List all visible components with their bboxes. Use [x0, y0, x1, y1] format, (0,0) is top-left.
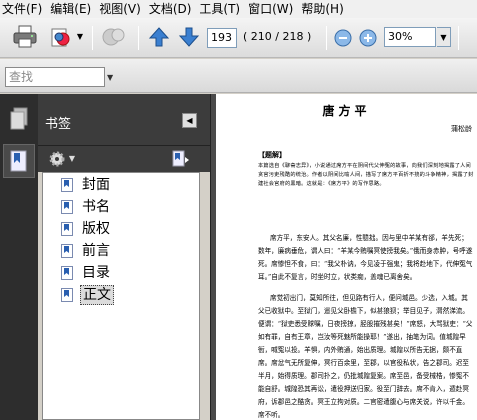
toolbar-separator [326, 26, 327, 50]
body-paragraph: 席觉初出门，莫知所往，但见路有行人，便问城邑。少选，入城。其父已收狱中。至狱门，… [258, 294, 473, 419]
menu-window[interactable]: 窗口(W) [248, 0, 301, 18]
bookmark-icon [61, 200, 73, 214]
bookmarks-header: 书签 ◀ [38, 94, 210, 146]
bookmark-panel-icon [10, 150, 27, 172]
find-dropdown-icon[interactable]: ▼ [107, 73, 113, 82]
find-input[interactable]: 查找 [5, 67, 105, 87]
document-page: 唐方平 蒲松龄 【题解】 本篇选自《聊斋志异》，小说通过席方平在阴间代父伸冤的故… [216, 94, 477, 420]
collapse-panel-button[interactable]: ◀ [182, 113, 197, 128]
collaborate-icon [102, 28, 125, 46]
menu-bar: 文件(F) 编辑(E) 视图(V) 文档(D) 工具(T) 窗口(W) 帮助(H… [0, 0, 477, 18]
bookmark-item-cover[interactable]: 封面 [61, 175, 112, 195]
share-dropdown-icon[interactable]: ▼ [76, 31, 84, 41]
navigation-pane [0, 94, 38, 420]
menu-edit[interactable]: 编辑(E) [50, 0, 99, 18]
find-bar: 查找 ▼ [0, 59, 477, 93]
bookmark-item-body[interactable]: 正文 [61, 285, 114, 305]
bookmark-expand-icon [172, 150, 189, 167]
bookmark-item-contents[interactable]: 目录 [61, 263, 112, 283]
menu-document[interactable]: 文档(D) [149, 0, 200, 18]
menu-tools[interactable]: 工具(T) [199, 0, 248, 18]
expand-bookmark-button[interactable] [170, 148, 192, 170]
document-author: 蒲松龄 [451, 125, 472, 133]
options-dropdown-icon[interactable]: ▼ [68, 153, 76, 163]
zoom-dropdown-icon[interactable]: ▼ [437, 27, 451, 47]
bookmarks-list: 封面 书名 版权 前言 目录 正文 [42, 172, 200, 420]
bookmark-label: 封面 [82, 177, 110, 193]
menu-view[interactable]: 视图(V) [99, 0, 149, 18]
zoom-select[interactable]: 30% [384, 27, 436, 47]
bookmark-label: 书名 [82, 199, 110, 215]
toolbar-separator [138, 26, 139, 50]
document-title: 唐方平 [322, 104, 371, 118]
intro-paragraph: 本篇选自《聊斋志异》，小说通过席方平在阴间代父伸冤的故事，向我们深刻地揭露了人间… [258, 163, 474, 187]
printer-icon [13, 25, 37, 48]
options-button[interactable] [46, 149, 68, 169]
share-button[interactable] [48, 23, 74, 51]
bookmark-icon [61, 244, 73, 258]
section-tag: 【题解】 [258, 150, 286, 159]
toolbar-separator [458, 26, 459, 50]
bookmark-label: 版权 [82, 221, 110, 237]
bookmark-icon [61, 266, 73, 280]
bookmark-label: 前言 [82, 243, 110, 259]
bookmark-item-preface[interactable]: 前言 [61, 241, 112, 261]
page-number-input[interactable]: 193 [207, 28, 237, 48]
page-count: ( 210 / 218 ) [243, 30, 312, 43]
previous-page-button[interactable] [147, 24, 171, 50]
arrow-up-icon [148, 27, 170, 47]
zoom-in-icon [359, 29, 377, 47]
bookmark-icon [61, 222, 73, 236]
zoom-in-button[interactable] [358, 28, 378, 48]
zoom-out-icon [334, 29, 352, 47]
arrow-down-icon [178, 27, 200, 47]
bookmarks-toolbar: ▼ [38, 146, 210, 172]
bookmark-item-copyright[interactable]: 版权 [61, 219, 112, 239]
bookmark-label: 目录 [82, 265, 110, 281]
zoom-out-button[interactable] [333, 28, 353, 48]
print-button[interactable] [12, 23, 38, 51]
bookmark-icon [61, 178, 73, 192]
next-page-button[interactable] [177, 24, 201, 50]
gear-icon [49, 151, 65, 167]
pages-panel-button[interactable] [3, 102, 35, 136]
bookmarks-title: 书签 [45, 117, 72, 132]
bookmark-item-title[interactable]: 书名 [61, 197, 112, 217]
menu-file[interactable]: 文件(F) [2, 0, 50, 18]
bookmark-label: 正文 [80, 285, 114, 305]
menu-help[interactable]: 帮助(H) [301, 0, 351, 18]
bookmarks-panel-button[interactable] [3, 144, 35, 178]
bookmark-icon [61, 288, 73, 302]
toolbar-separator [92, 26, 93, 50]
pages-icon [10, 107, 28, 130]
triangle-left-icon: ◀ [186, 116, 193, 125]
share-icon [51, 28, 70, 47]
body-paragraph: 席方平，东安人。其父名廉，性戆拙。因与里中羊某有郤，羊先死；数年，廉病垂危，谓人… [258, 234, 473, 281]
collaborate-button[interactable] [100, 23, 128, 51]
